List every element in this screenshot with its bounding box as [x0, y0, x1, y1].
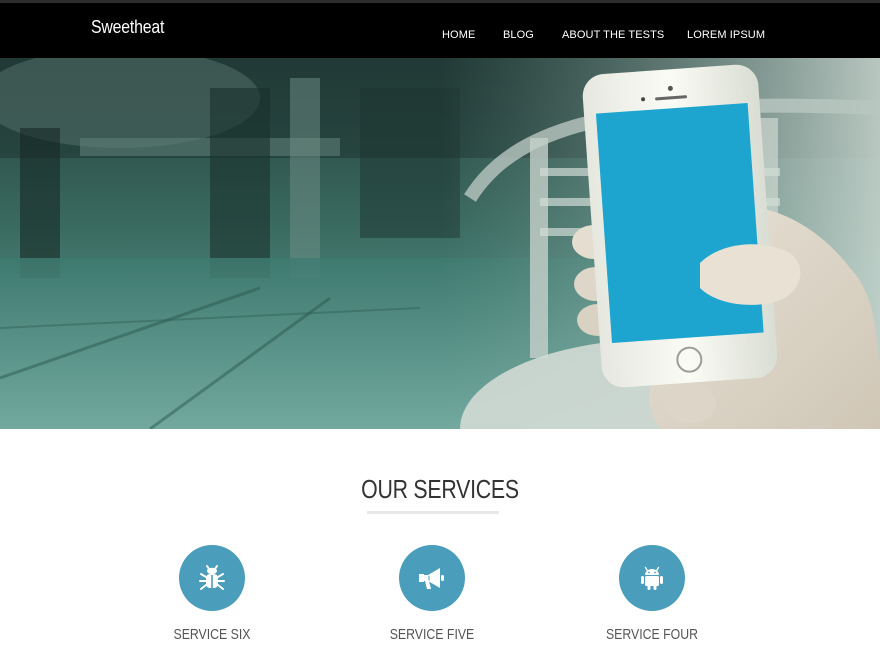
page: Sweetheat HOME BLOG ABOUT THE TESTS LORE…: [0, 0, 880, 660]
nav-item-home[interactable]: HOME: [442, 29, 475, 41]
service-label[interactable]: SERVICE FIVE: [375, 626, 490, 643]
hero-image: [0, 58, 880, 429]
main-nav: HOME BLOG ABOUT THE TESTS LOREM IPSUM: [0, 3, 880, 61]
bug-icon: [199, 565, 225, 590]
hero-illustration: [0, 58, 880, 429]
service-item-five[interactable]: SERVICE FIVE: [362, 545, 502, 655]
service-item-six[interactable]: SERVICE SIX: [142, 545, 282, 655]
service-item-four[interactable]: SERVICE FOUR: [582, 545, 722, 655]
services-title: OUR SERVICES: [361, 474, 519, 504]
service-label[interactable]: SERVICE SIX: [155, 626, 270, 643]
service-icon-circle[interactable]: [399, 545, 465, 611]
megaphone-icon: [419, 568, 444, 589]
site-header: Sweetheat HOME BLOG ABOUT THE TESTS LORE…: [0, 0, 880, 58]
nav-item-about-the-tests[interactable]: ABOUT THE TESTS: [562, 29, 664, 41]
android-icon: [641, 566, 663, 590]
nav-item-lorem-ipsum[interactable]: LOREM IPSUM: [687, 29, 765, 41]
service-label[interactable]: SERVICE FOUR: [595, 626, 710, 643]
title-underline: [367, 511, 499, 514]
service-icon-circle[interactable]: [179, 545, 245, 611]
nav-item-blog[interactable]: BLOG: [503, 29, 534, 41]
service-icon-circle[interactable]: [619, 545, 685, 611]
